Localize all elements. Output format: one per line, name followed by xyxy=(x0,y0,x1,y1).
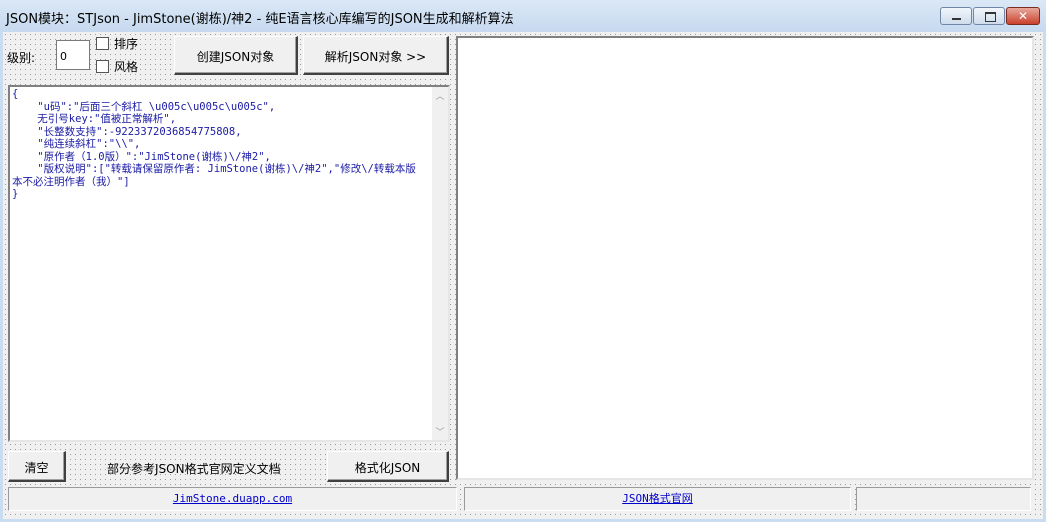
level-label: 级别: xyxy=(7,51,36,65)
scroll-up-icon[interactable]: ︿ xyxy=(434,89,446,102)
website-link[interactable]: JimStone.duapp.com xyxy=(173,492,292,505)
json-official-link[interactable]: JSON格式官网 xyxy=(622,492,693,505)
title-bar: JSON模块：STJson - JimStone(谢栋)/神2 - 纯E语言核心… xyxy=(0,0,1046,32)
sort-checkbox[interactable] xyxy=(96,37,109,50)
editor-scrollbar[interactable]: ︿ ﹀ xyxy=(432,87,448,440)
json-editor-text[interactable]: { "u码":"后面三个斜杠 \u005c\u005c\u005c", 无引号k… xyxy=(12,88,422,201)
style-checkbox[interactable] xyxy=(96,60,109,73)
json-editor[interactable]: { "u码":"后面三个斜杠 \u005c\u005c\u005c", 无引号k… xyxy=(8,85,450,442)
style-label: 风格 xyxy=(114,60,139,74)
scroll-down-icon[interactable]: ﹀ xyxy=(434,425,446,438)
format-json-button[interactable]: 格式化JSON xyxy=(327,451,449,482)
window-title: JSON模块：STJson - JimStone(谢栋)/神2 - 纯E语言核心… xyxy=(6,12,514,27)
status-middle: JSON格式官网 xyxy=(464,487,851,511)
close-icon: ✕ xyxy=(1017,9,1029,23)
docs-label: 部分参考JSON格式官网定义文档 xyxy=(107,462,281,476)
level-input[interactable]: 0 xyxy=(56,40,90,70)
create-json-button[interactable]: 创建JSON对象 xyxy=(174,36,298,75)
create-json-button-label: 创建JSON对象 xyxy=(196,50,275,64)
close-button[interactable]: ✕ xyxy=(1006,7,1040,25)
parse-json-button[interactable]: 解析JSON对象 >> xyxy=(303,36,449,75)
clear-button[interactable]: 清空 xyxy=(8,451,66,482)
app-window: JSON模块：STJson - JimStone(谢栋)/神2 - 纯E语言核心… xyxy=(0,0,1046,522)
format-json-button-label: 格式化JSON xyxy=(354,461,421,475)
minimize-button[interactable] xyxy=(940,7,972,25)
parse-json-button-label: 解析JSON对象 >> xyxy=(324,50,427,64)
minimize-icon xyxy=(952,18,961,20)
status-left: JimStone.duapp.com xyxy=(8,487,457,511)
status-right xyxy=(856,487,1031,511)
sort-label: 排序 xyxy=(114,37,139,51)
maximize-icon xyxy=(985,12,996,22)
maximize-button[interactable] xyxy=(973,7,1005,25)
output-panel[interactable] xyxy=(456,36,1034,480)
client-area: 级别: 0 排序 风格 创建JSON对象 解析JSON对象 >> { "u码":… xyxy=(3,32,1043,519)
clear-button-label: 清空 xyxy=(24,461,49,475)
